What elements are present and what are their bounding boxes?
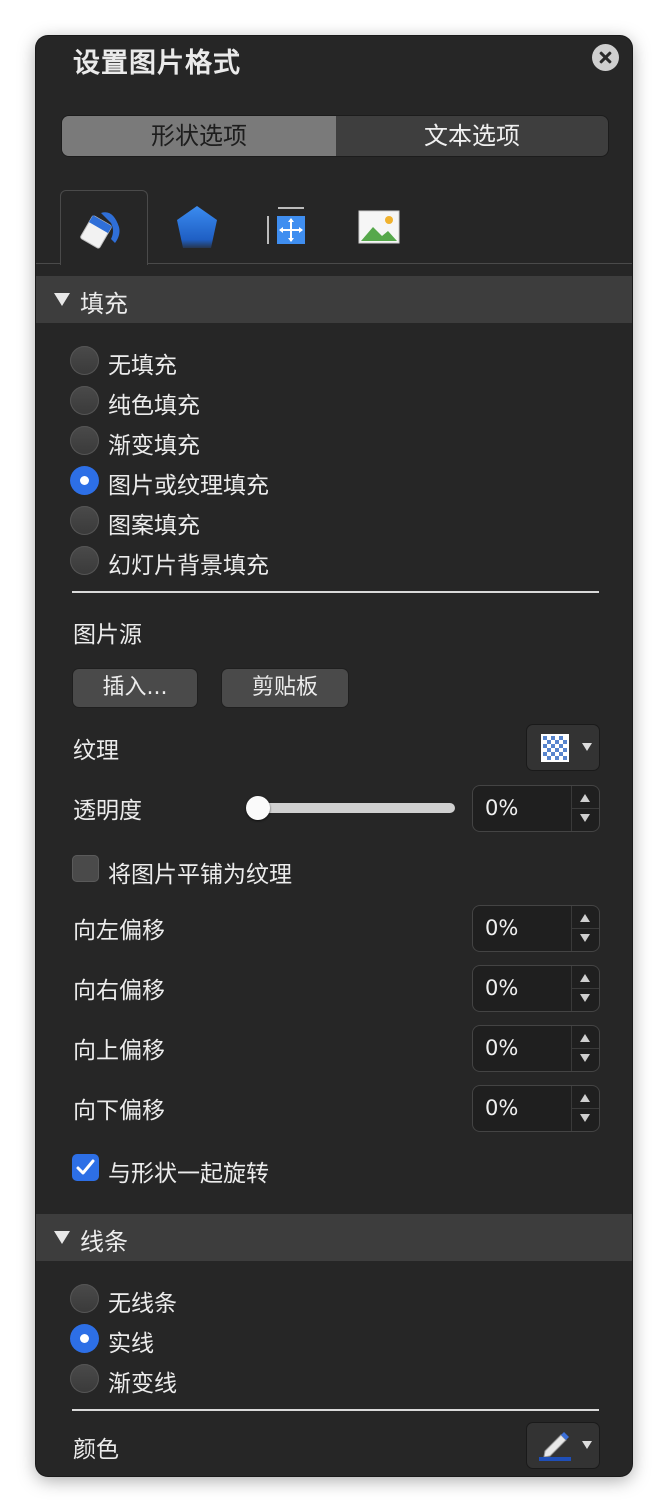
- radio-gradient-fill[interactable]: [70, 426, 99, 455]
- pen-color-icon: [539, 1432, 571, 1461]
- increment-arrow-icon[interactable]: [580, 1094, 590, 1102]
- rotate-with-shape-checkbox[interactable]: [72, 1154, 99, 1181]
- offset-left-label: 向左偏移: [73, 918, 165, 944]
- pentagon-shape-icon[interactable]: [174, 204, 220, 254]
- label-slide-background-fill: 幻灯片背景填充: [108, 553, 269, 579]
- radio-pattern-fill[interactable]: [70, 506, 99, 535]
- section-header-fill[interactable]: 填充: [36, 276, 632, 323]
- offset-right-value: 0%: [485, 976, 519, 1000]
- checkmark-icon: [76, 1159, 95, 1175]
- increment-arrow-icon[interactable]: [580, 974, 590, 982]
- label-solid-line: 实线: [108, 1331, 154, 1357]
- decrement-arrow-icon[interactable]: [580, 814, 590, 822]
- radio-solid-fill[interactable]: [70, 386, 99, 415]
- label-pattern-fill: 图案填充: [108, 513, 200, 539]
- increment-arrow-icon[interactable]: [580, 794, 590, 802]
- radio-no-fill[interactable]: [70, 346, 99, 375]
- tile-as-texture-checkbox[interactable]: [72, 855, 99, 882]
- tile-as-texture-label: 将图片平铺为纹理: [108, 862, 292, 888]
- divider: [72, 1409, 599, 1411]
- chevron-down-icon: [582, 743, 592, 751]
- segment-text-options[interactable]: 文本选项: [336, 116, 608, 156]
- fill-bucket-icon: [80, 212, 120, 249]
- increment-arrow-icon[interactable]: [580, 1034, 590, 1042]
- transparency-slider-handle[interactable]: [246, 796, 270, 820]
- radio-slide-background-fill[interactable]: [70, 546, 99, 575]
- transparency-label: 透明度: [73, 798, 142, 824]
- section-title-fill: 填充: [80, 290, 128, 318]
- offset-bottom-value: 0%: [485, 1096, 519, 1120]
- tab-fill-line[interactable]: [60, 190, 148, 265]
- decrement-arrow-icon[interactable]: [580, 1054, 590, 1062]
- offset-top-stepper[interactable]: 0%: [473, 1026, 599, 1071]
- decrement-arrow-icon[interactable]: [580, 1114, 590, 1122]
- insert-button[interactable]: 插入...: [73, 669, 197, 707]
- texture-label: 纹理: [73, 738, 119, 764]
- line-color-picker[interactable]: [527, 1423, 599, 1468]
- transparency-stepper[interactable]: 0%: [473, 786, 599, 831]
- label-no-fill: 无填充: [108, 353, 177, 379]
- panel-title: 设置图片格式: [73, 48, 241, 79]
- offset-right-stepper[interactable]: 0%: [473, 966, 599, 1011]
- label-gradient-fill: 渐变填充: [108, 433, 200, 459]
- increment-arrow-icon[interactable]: [580, 914, 590, 922]
- clipboard-button[interactable]: 剪贴板: [222, 669, 348, 707]
- section-header-line[interactable]: 线条: [36, 1214, 632, 1261]
- offset-top-value: 0%: [485, 1036, 519, 1060]
- chevron-down-icon: [582, 1441, 592, 1449]
- disclosure-triangle-icon: [54, 293, 70, 306]
- close-icon[interactable]: [592, 44, 619, 71]
- line-color-label: 颜色: [73, 1437, 119, 1463]
- radio-no-line[interactable]: [70, 1284, 99, 1313]
- picture-icon[interactable]: [358, 210, 400, 244]
- transparency-value: 0%: [485, 796, 519, 820]
- label-solid-fill: 纯色填充: [108, 393, 200, 419]
- transparency-slider-track[interactable]: [257, 803, 455, 813]
- rotate-with-shape-label: 与形状一起旋转: [108, 1161, 269, 1187]
- radio-picture-texture-fill[interactable]: [70, 466, 99, 495]
- texture-swatch-icon: [541, 734, 569, 762]
- label-gradient-line: 渐变线: [108, 1371, 177, 1397]
- decrement-arrow-icon[interactable]: [580, 994, 590, 1002]
- offset-right-label: 向右偏移: [73, 978, 165, 1004]
- decrement-arrow-icon[interactable]: [580, 934, 590, 942]
- divider: [72, 591, 599, 593]
- options-segmented-control: 形状选项 文本选项: [62, 116, 608, 156]
- label-no-line: 无线条: [108, 1291, 177, 1317]
- section-title-line: 线条: [80, 1228, 128, 1256]
- segment-shape-options[interactable]: 形状选项: [62, 116, 336, 156]
- offset-left-stepper[interactable]: 0%: [473, 906, 599, 951]
- picture-source-label: 图片源: [73, 622, 142, 648]
- offset-left-value: 0%: [485, 916, 519, 940]
- radio-gradient-line[interactable]: [70, 1364, 99, 1393]
- offset-top-label: 向上偏移: [73, 1038, 165, 1064]
- size-position-icon[interactable]: [264, 204, 310, 248]
- texture-picker[interactable]: [527, 725, 599, 770]
- disclosure-triangle-icon: [54, 1231, 70, 1244]
- offset-bottom-stepper[interactable]: 0%: [473, 1086, 599, 1131]
- offset-bottom-label: 向下偏移: [73, 1098, 165, 1124]
- radio-solid-line[interactable]: [70, 1324, 99, 1353]
- label-picture-texture-fill: 图片或纹理填充: [108, 473, 269, 499]
- format-picture-panel: 设置图片格式 形状选项 文本选项 填充 无填充 纯色填充 渐变填充 图片或纹理填…: [36, 36, 632, 1476]
